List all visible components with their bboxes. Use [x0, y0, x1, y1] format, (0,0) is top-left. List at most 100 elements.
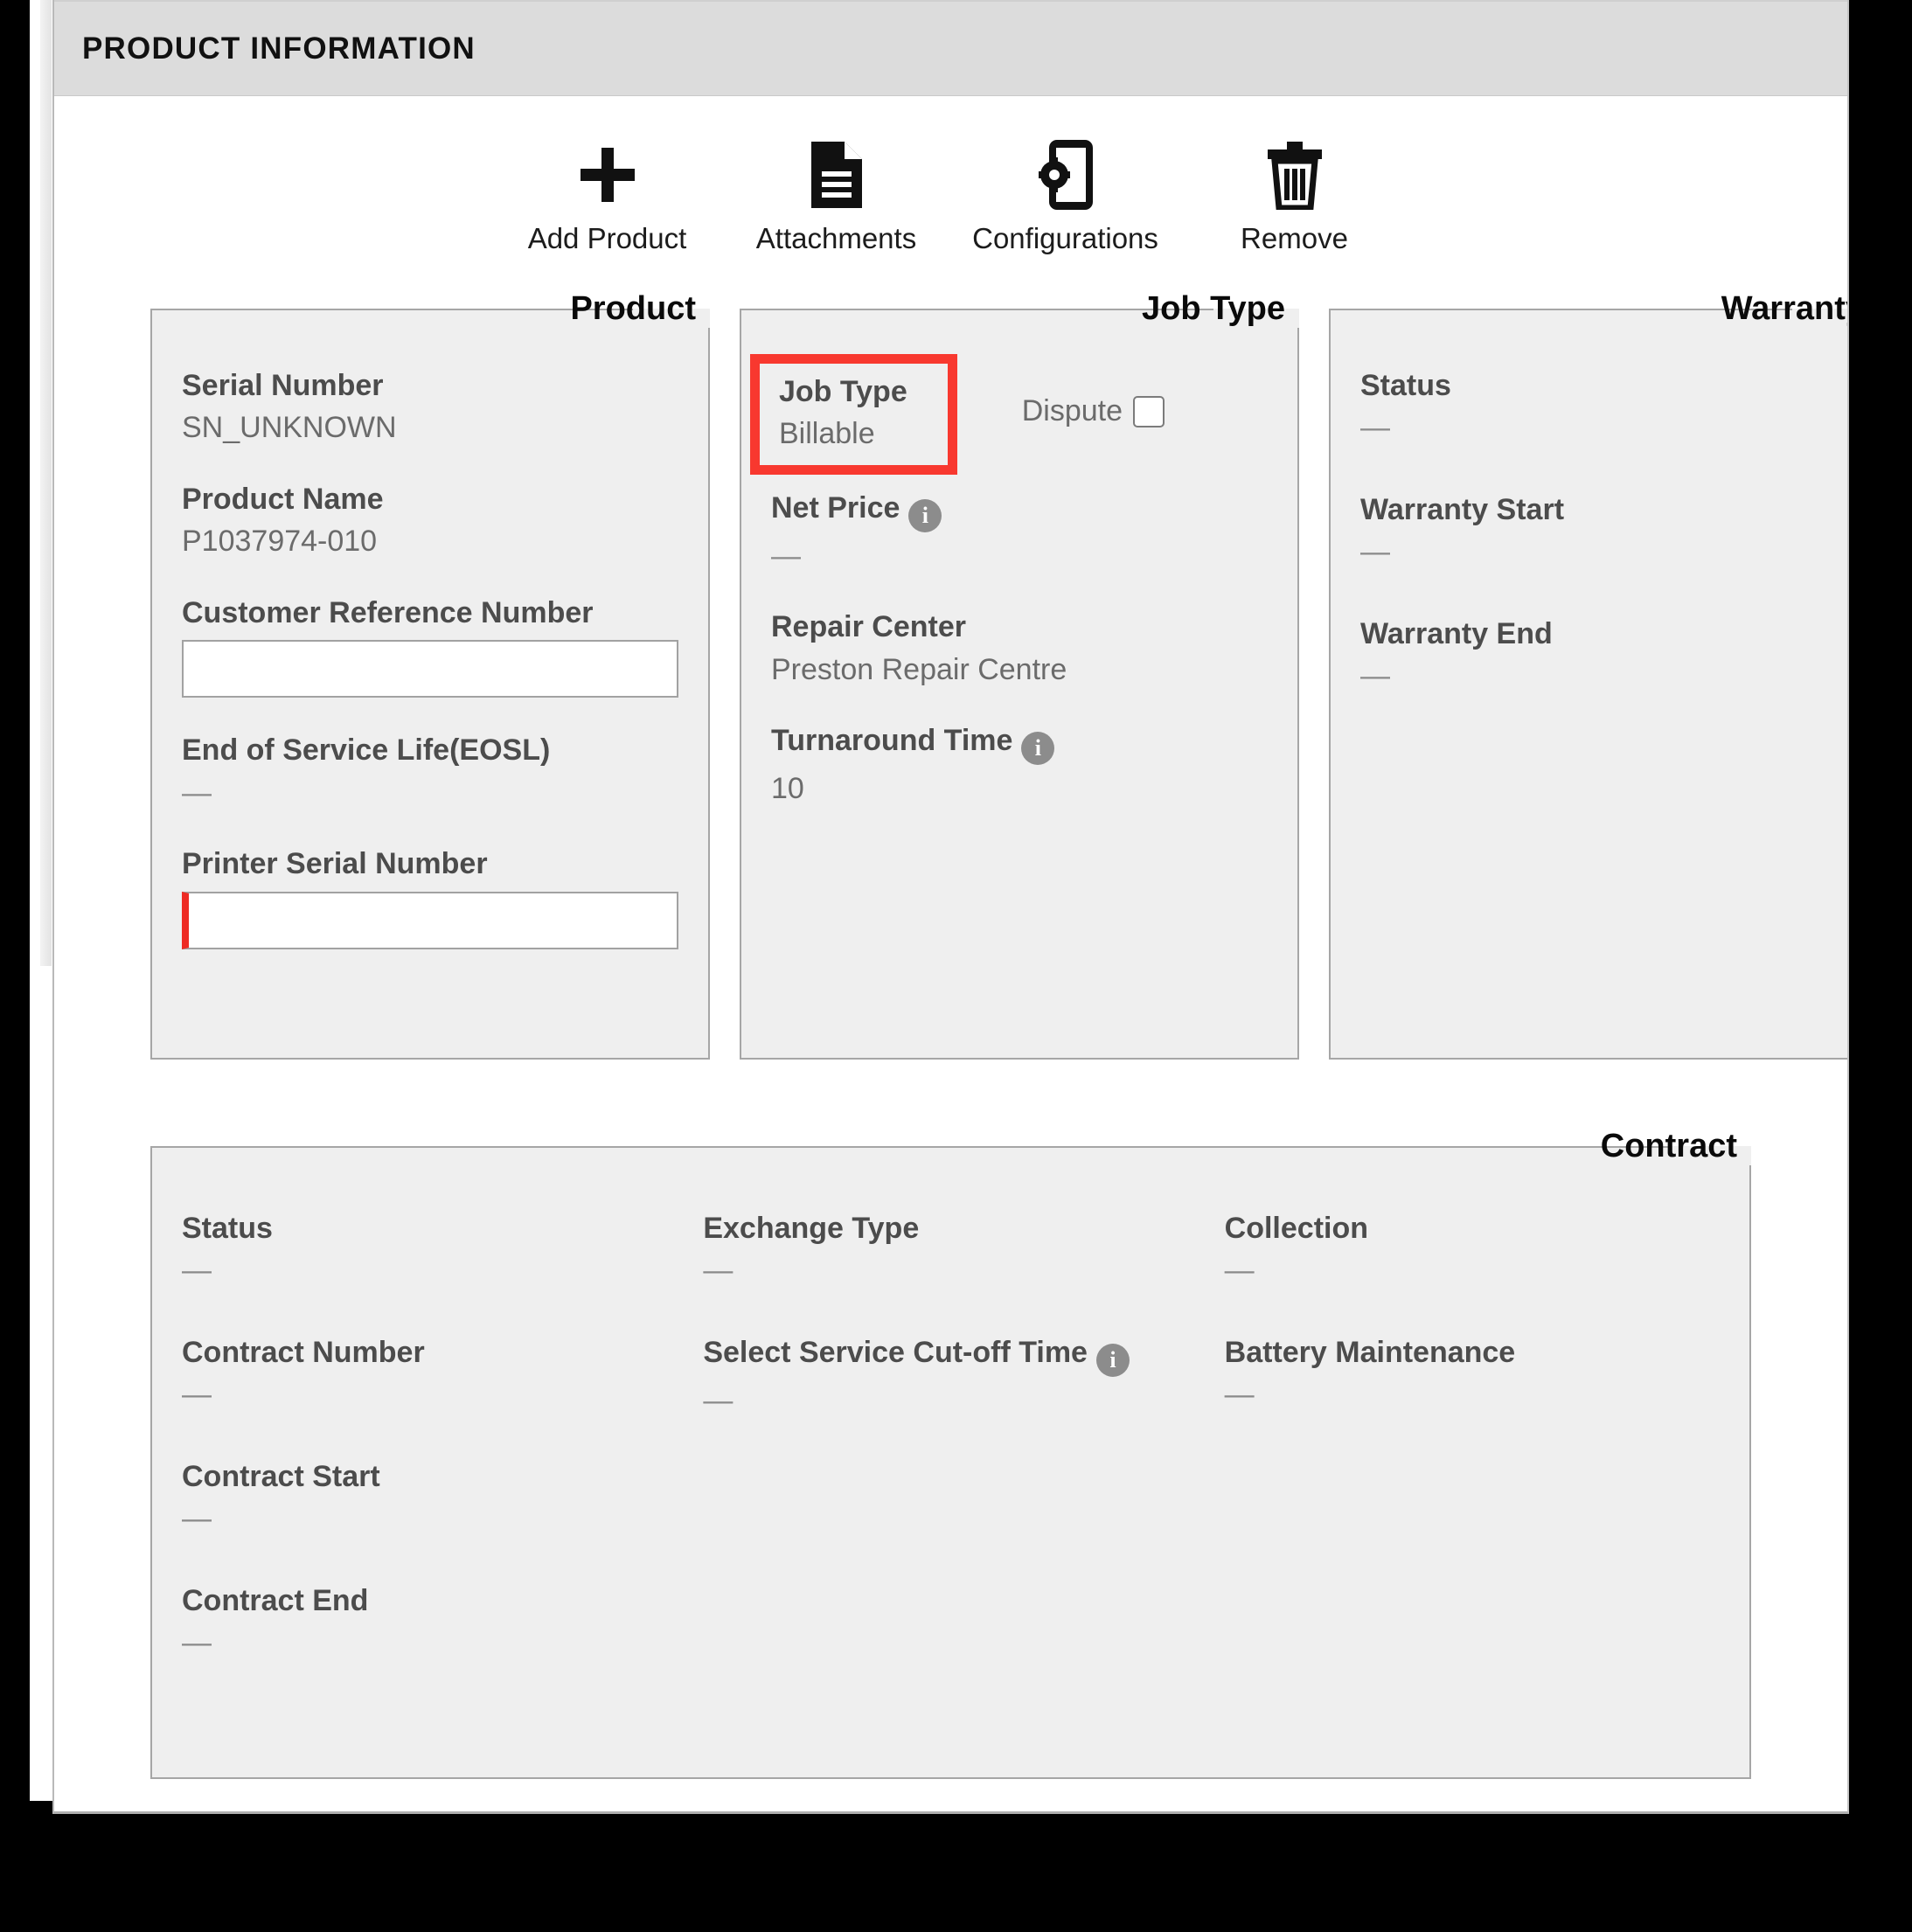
- document-icon: [804, 135, 869, 215]
- dispute-checkbox[interactable]: [1133, 395, 1165, 427]
- field-contract-status: Status —: [182, 1211, 677, 1289]
- product-information-card: PRODUCT INFORMATION Add Product Attachme…: [52, 0, 1849, 1814]
- field-turnaround-time: Turnaround Time i 10: [771, 723, 1268, 808]
- field-contract-start: Contract Start —: [182, 1459, 677, 1538]
- field-net-price: Net Price i —: [771, 490, 1268, 575]
- field-warranty-end: Warranty End —: [1360, 616, 1846, 695]
- field-serial-number: Serial Number SN_UNKNOWN: [182, 368, 678, 447]
- serial-number-value: SN_UNKNOWN: [182, 411, 397, 445]
- field-repair-center: Repair Center Preston Repair Centre: [771, 609, 1268, 688]
- printer-serial-number-input[interactable]: [182, 891, 678, 949]
- contract-start-label: Contract Start: [182, 1459, 380, 1493]
- field-service-cutoff-time: Select Service Cut-off Time i —: [703, 1335, 1198, 1420]
- add-product-label: Add Product: [527, 222, 687, 254]
- screenshot-root: PRODUCT INFORMATION Add Product Attachme…: [0, 0, 1912, 1932]
- turnaround-time-info-icon[interactable]: i: [1021, 732, 1055, 766]
- product-body: Serial Number SN_UNKNOWN Product Name P1…: [152, 328, 708, 984]
- exchange-type-label: Exchange Type: [703, 1212, 920, 1245]
- end-of-service-life-label: End of Service Life(EOSL): [182, 733, 551, 768]
- repair-center-label: Repair Center: [771, 610, 966, 644]
- product-name-value: P1037974-010: [182, 525, 378, 559]
- device-gear-icon: [1037, 135, 1095, 215]
- job-type-row: Job Type Billable Dispute: [750, 354, 1268, 475]
- net-price-label: Net Price i: [771, 490, 1268, 532]
- contract-legend: Contract: [1600, 1128, 1737, 1164]
- net-price-info-icon[interactable]: i: [908, 498, 942, 532]
- product-legend: Product: [570, 290, 696, 327]
- job-type-body: Job Type Billable Dispute Net Pricei —: [741, 328, 1297, 843]
- remove-button[interactable]: Remove: [1207, 135, 1382, 255]
- collection-label: Collection: [1224, 1212, 1368, 1245]
- configurations-button[interactable]: Configurations: [972, 135, 1158, 255]
- repair-center-value: Preston Repair Centre: [771, 652, 1067, 686]
- attachments-label: Attachments: [755, 222, 917, 254]
- page-title: PRODUCT INFORMATION: [82, 31, 476, 66]
- warranty-status-label: Status: [1360, 369, 1451, 402]
- field-customer-reference-number: Customer Reference Number: [182, 595, 678, 698]
- net-price-label-text: Net Price: [771, 490, 900, 525]
- contract-status-value: —: [182, 1254, 212, 1288]
- service-cutoff-time-label-text: Select Service Cut-off Time: [703, 1335, 1088, 1369]
- service-cutoff-time-info-icon[interactable]: i: [1095, 1343, 1130, 1377]
- contract-fieldset: Contract Status — Contract Number — Cont…: [150, 1128, 1751, 1779]
- field-battery-maintenance: Battery Maintenance —: [1225, 1335, 1720, 1414]
- customer-reference-number-input[interactable]: [182, 640, 678, 698]
- contract-number-value: —: [182, 1378, 212, 1412]
- field-job-type: Job Type Billable: [779, 374, 907, 453]
- contract-status-label: Status: [182, 1212, 273, 1245]
- field-contract-number: Contract Number —: [182, 1335, 677, 1414]
- field-end-of-service-life: End of Service Life(EOSL) —: [182, 733, 678, 811]
- field-contract-end: Contract End —: [182, 1583, 677, 1662]
- service-cutoff-time-value: —: [703, 1383, 734, 1417]
- job-type-label: Job Type: [779, 375, 907, 408]
- contract-end-value: —: [182, 1626, 212, 1660]
- printer-serial-number-label: Printer Serial Number: [182, 847, 488, 881]
- contract-column-3: Collection — Battery Maintenance —: [1225, 1211, 1720, 1707]
- add-product-button[interactable]: Add Product: [520, 135, 695, 255]
- field-warranty-status: Status —: [1360, 368, 1846, 447]
- left-scroll-thumb[interactable]: [40, 0, 52, 966]
- turnaround-time-label-text: Turnaround Time: [771, 724, 1013, 758]
- battery-maintenance-value: —: [1224, 1378, 1255, 1412]
- field-warranty-start: Warranty Start —: [1360, 492, 1846, 571]
- warranty-start-value: —: [1360, 535, 1390, 569]
- warranty-start-label: Warranty Start: [1360, 492, 1565, 526]
- contract-number-label: Contract Number: [182, 1335, 425, 1369]
- job-type-annotation-highlight: Job Type Billable: [750, 354, 957, 475]
- panel-header: PRODUCT INFORMATION: [54, 0, 1847, 96]
- attachments-button[interactable]: Attachments: [749, 135, 924, 255]
- service-cutoff-time-label: Select Service Cut-off Time i: [703, 1335, 1198, 1377]
- product-fieldset: Product Serial Number SN_UNKNOWN Product…: [150, 290, 710, 1060]
- end-of-service-life-value: —: [182, 775, 212, 810]
- field-exchange-type: Exchange Type —: [703, 1211, 1198, 1289]
- field-product-name: Product Name P1037974-010: [182, 482, 678, 560]
- turnaround-time-label: Turnaround Time i: [771, 723, 1268, 766]
- collection-value: —: [1224, 1254, 1255, 1288]
- contract-grid: Status — Contract Number — Contract Star…: [152, 1165, 1749, 1737]
- plus-icon: [575, 135, 640, 215]
- field-collection: Collection —: [1225, 1211, 1720, 1289]
- warranty-fieldset: Warranty Status — Warranty Start — Warra…: [1329, 290, 1847, 1060]
- customer-reference-number-label: Customer Reference Number: [182, 595, 594, 629]
- dispute-control[interactable]: Dispute: [1022, 394, 1165, 428]
- trash-icon: [1264, 135, 1325, 215]
- top-panels-row: Product Serial Number SN_UNKNOWN Product…: [54, 271, 1847, 1060]
- serial-number-label: Serial Number: [182, 369, 384, 402]
- warranty-legend: Warranty: [1721, 290, 1847, 327]
- contract-start-value: —: [182, 1502, 212, 1536]
- warranty-end-value: —: [1360, 659, 1390, 693]
- battery-maintenance-label: Battery Maintenance: [1224, 1335, 1516, 1369]
- warranty-end-label: Warranty End: [1360, 616, 1553, 650]
- job-type-fieldset: Job Type Job Type Billable Dispute Net P…: [740, 290, 1299, 1060]
- job-type-value: Billable: [779, 417, 875, 451]
- contract-row: Contract Status — Contract Number — Cont…: [54, 1060, 1847, 1779]
- contract-column-2: Exchange Type — Select Service Cut-off T…: [703, 1211, 1198, 1707]
- warranty-body: Status — Warranty Start — Warranty End —: [1331, 328, 1847, 730]
- warranty-status-value: —: [1360, 411, 1390, 445]
- contract-column-1: Status — Contract Number — Contract Star…: [182, 1211, 677, 1707]
- product-toolbar: Add Product Attachments Configurations R…: [54, 96, 1847, 271]
- net-price-value: —: [771, 539, 801, 573]
- turnaround-time-value: 10: [771, 772, 804, 806]
- field-printer-serial-number: Printer Serial Number: [182, 846, 678, 949]
- configurations-label: Configurations: [972, 222, 1158, 254]
